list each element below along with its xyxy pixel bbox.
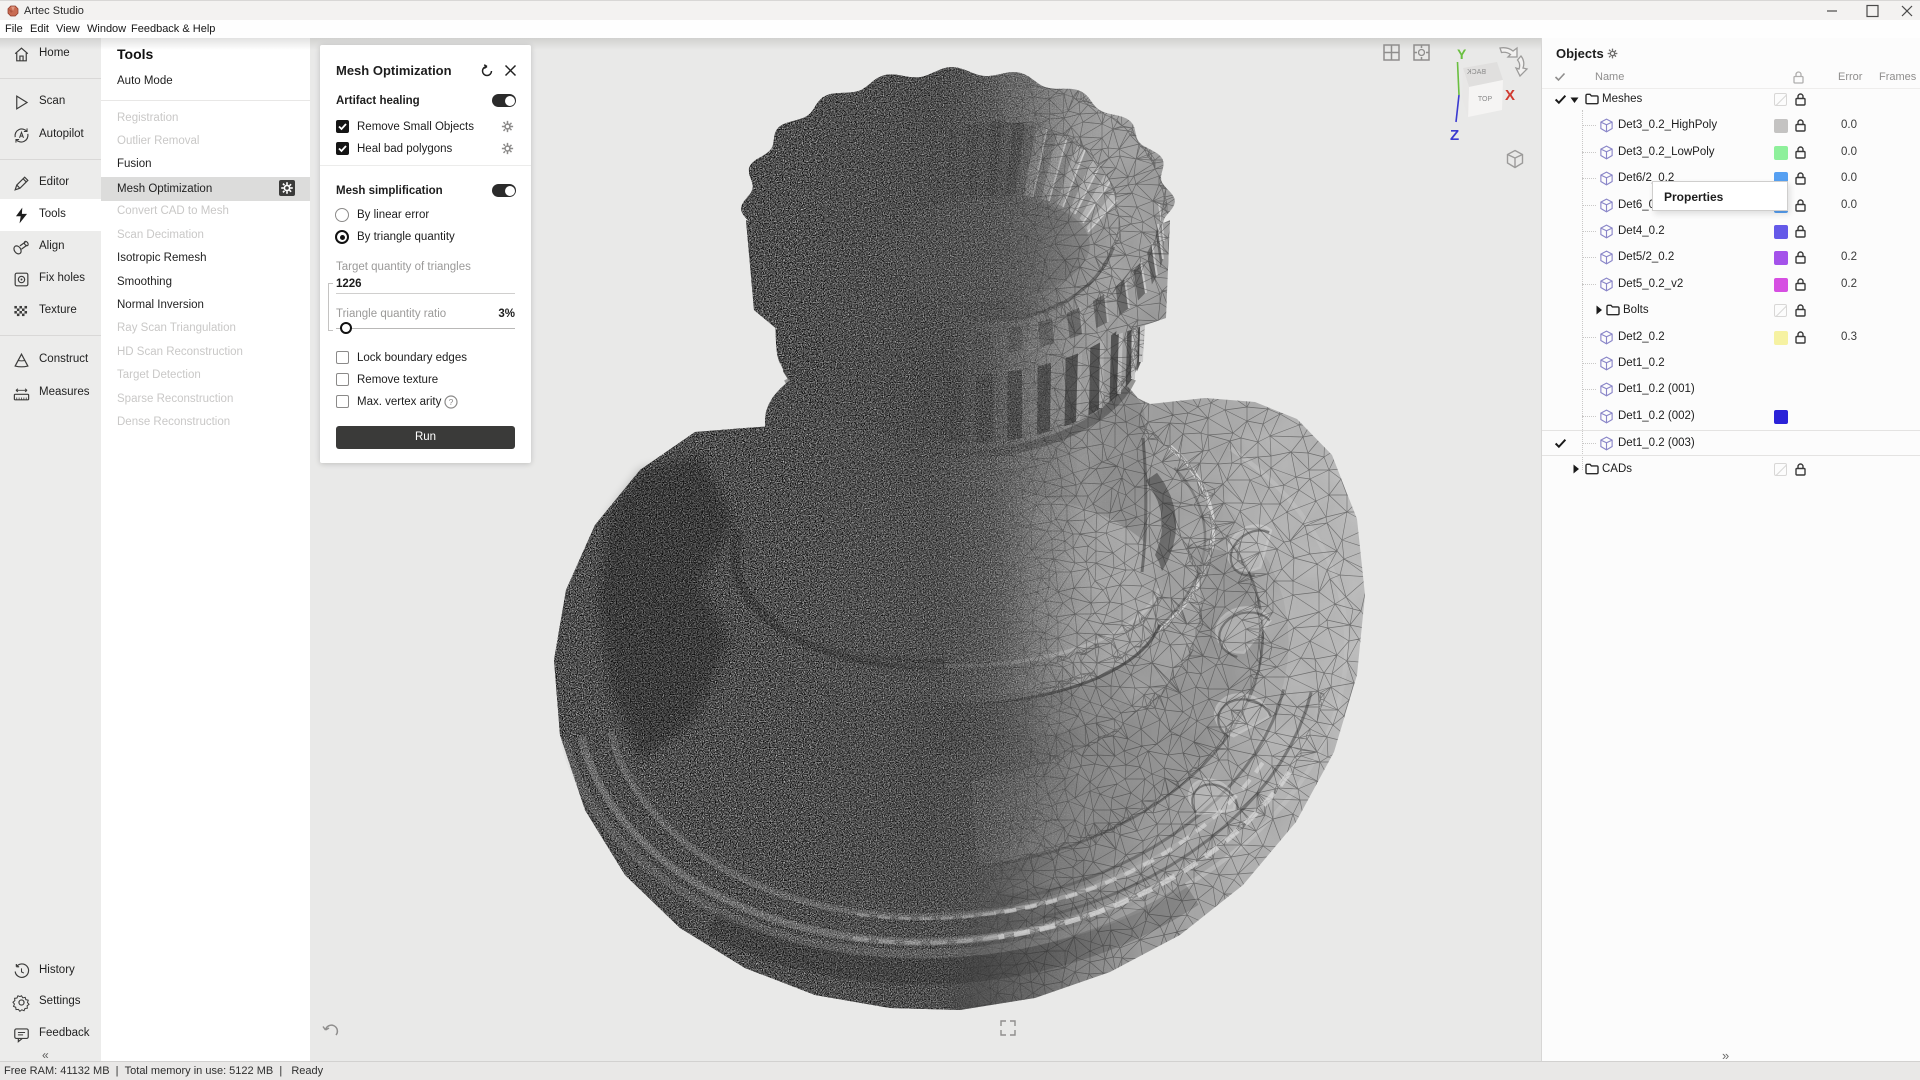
svg-text:Y: Y	[1457, 46, 1467, 62]
svg-text:TOP: TOP	[1478, 96, 1493, 103]
svg-text:BACK: BACK	[1467, 69, 1486, 76]
svg-text:X: X	[1505, 87, 1515, 104]
svg-text:Z: Z	[1450, 127, 1459, 144]
